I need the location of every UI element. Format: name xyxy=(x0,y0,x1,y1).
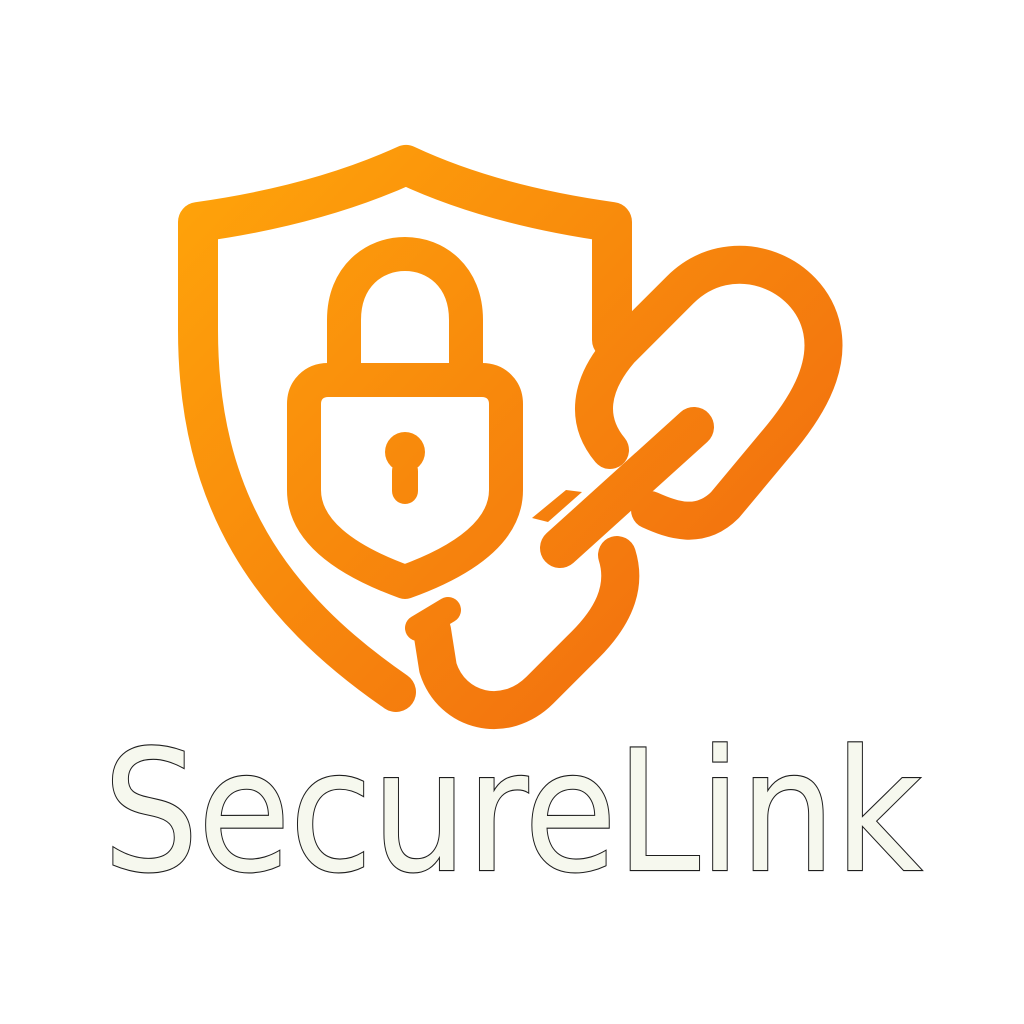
brand-name: SecureLink xyxy=(103,730,922,900)
brand-wordmark: SecureLink xyxy=(102,730,924,900)
securelink-logo: SecureLink xyxy=(0,0,1024,1024)
keyhole-icon xyxy=(385,432,425,504)
padlock-icon xyxy=(287,237,523,599)
